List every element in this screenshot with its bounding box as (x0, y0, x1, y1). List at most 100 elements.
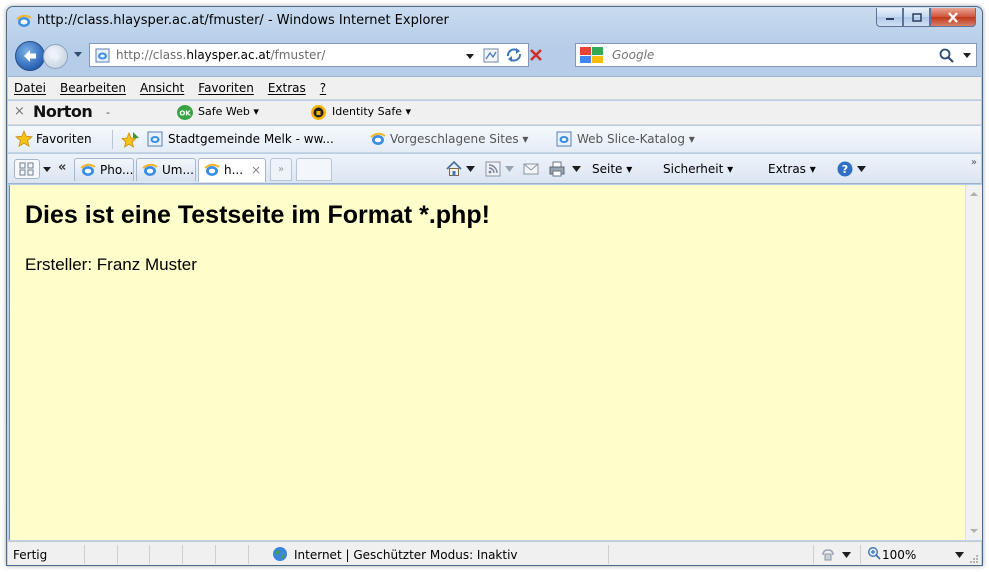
menu-favorites[interactable]: Favoriten (198, 81, 254, 95)
safe-web-button[interactable]: Safe Web ▾ (198, 105, 259, 118)
zoom-icon[interactable] (867, 546, 881, 560)
url-suffix: /fmuster/ (270, 48, 326, 62)
favorites-button[interactable]: Favoriten (36, 132, 92, 146)
zoom-dropdown-icon[interactable] (955, 551, 964, 559)
recent-pages-dropdown-icon[interactable] (73, 49, 83, 59)
tab-ie-icon (80, 163, 96, 176)
norton-close-button[interactable]: × (14, 104, 25, 119)
tab-label: Pho... (100, 163, 134, 177)
favorite-link-melk[interactable]: Stadtgemeinde Melk - ww... (168, 132, 334, 146)
menu-edit[interactable]: Bearbeiten (60, 81, 126, 95)
tab-scroll-right-button[interactable]: » (270, 158, 292, 181)
tab-scroll-left-button[interactable]: « (58, 160, 66, 175)
svg-text:OK: OK (179, 110, 191, 118)
status-separator (608, 545, 609, 564)
print-dropdown-icon[interactable] (572, 165, 581, 173)
feeds-dropdown-icon[interactable] (505, 165, 514, 173)
page-favicon-icon (147, 131, 163, 147)
scroll-down-arrow-icon[interactable] (970, 528, 978, 534)
status-separator (860, 545, 861, 564)
norton-dropdown[interactable]: - (106, 106, 110, 119)
home-icon[interactable] (445, 160, 463, 178)
compatibility-view-icon[interactable] (482, 47, 500, 64)
back-arrow-icon (24, 50, 36, 62)
search-options-dropdown-icon[interactable] (962, 50, 972, 60)
title-bar: http://class.hlaysper.ac.at/fmuster/ - W… (7, 7, 982, 35)
menu-file[interactable]: Datei (14, 81, 46, 95)
tab-ie-icon (204, 163, 220, 176)
tab-um[interactable]: Um... (136, 158, 196, 181)
menu-view[interactable]: Ansicht (140, 81, 184, 95)
tab-label: h... (224, 163, 244, 177)
norton-logo[interactable]: Norton (33, 102, 93, 121)
page-content: Dies ist eine Testseite im Format *.php!… (9, 185, 965, 540)
tools-menu-button[interactable]: Extras ▾ (768, 162, 816, 176)
favorite-link-suggested-sites[interactable]: Vorgeschlagene Sites ▾ (390, 132, 528, 146)
minimize-icon (885, 18, 894, 20)
search-input[interactable] (612, 47, 912, 63)
google-logo-icon (580, 47, 603, 63)
vertical-scrollbar[interactable] (965, 185, 982, 540)
page-menu-button[interactable]: Seite ▾ (592, 162, 632, 176)
maximize-button[interactable] (903, 8, 930, 27)
norton-toolbar: × Norton - OK Safe Web ▾ Identity Safe ▾ (8, 101, 981, 125)
feeds-icon[interactable] (484, 160, 502, 178)
stop-icon[interactable] (528, 47, 544, 63)
identity-safe-icon (311, 105, 326, 120)
safety-menu-button[interactable]: Sicherheit ▾ (663, 162, 733, 176)
home-dropdown-icon[interactable] (466, 165, 475, 173)
privacy-dropdown-icon[interactable] (842, 551, 851, 559)
page-heading: Dies ist eine Testseite im Format *.php! (25, 201, 490, 229)
close-button[interactable] (930, 8, 976, 27)
refresh-icon[interactable] (504, 46, 524, 64)
ie-logo-icon (16, 14, 32, 27)
page-author: Ersteller: Franz Muster (25, 255, 197, 274)
favorite-link-web-slice-gallery[interactable]: Web Slice-Katalog ▾ (577, 132, 695, 146)
more-commands-button[interactable]: » (971, 157, 977, 168)
address-url[interactable]: http://class.hlaysper.ac.at/fmuster/ (116, 48, 325, 62)
address-dropdown-icon[interactable] (463, 48, 477, 63)
status-separator (813, 545, 814, 564)
menu-help[interactable]: ? (320, 81, 326, 95)
resize-grip-icon[interactable] (969, 554, 979, 564)
suggested-sites-icon (370, 132, 386, 145)
security-zone-text[interactable]: Internet | Geschützter Modus: Inaktiv (294, 548, 518, 562)
read-mail-icon[interactable] (522, 160, 540, 178)
new-tab-button[interactable] (296, 158, 332, 181)
zoom-level[interactable]: 100% (882, 548, 916, 562)
status-separator (248, 545, 249, 564)
tab-list-dropdown-icon[interactable] (42, 164, 52, 174)
navigation-bar: http://class.hlaysper.ac.at/fmuster/ (7, 35, 982, 75)
tab-close-button[interactable]: × (251, 163, 261, 177)
caption-buttons (876, 8, 976, 27)
safe-web-icon: OK (177, 105, 193, 120)
tab-photo[interactable]: Pho... (74, 158, 134, 181)
minimize-button[interactable] (876, 8, 903, 27)
url-domain: hlaysper.ac.at (186, 48, 271, 62)
help-icon[interactable]: ? (836, 160, 854, 178)
tab-active[interactable]: h... × (198, 158, 266, 182)
menu-bar: Datei Bearbeiten Ansicht Favoriten Extra… (8, 76, 981, 100)
tab-label: Um... (162, 163, 194, 177)
forward-button[interactable] (43, 44, 68, 69)
search-icon[interactable] (938, 47, 956, 65)
search-box[interactable] (575, 43, 977, 67)
favorites-bar: Favoriten Stadtgemeinde Melk - ww... Vor… (8, 126, 981, 153)
help-dropdown-icon[interactable] (857, 165, 866, 173)
identity-safe-button[interactable]: Identity Safe ▾ (332, 105, 411, 118)
add-to-favorites-bar-icon[interactable] (121, 130, 141, 149)
privacy-icon[interactable] (820, 546, 836, 562)
favorites-star-icon[interactable] (15, 130, 33, 148)
status-separator (215, 545, 216, 564)
tab-bar: « Pho... Um... h... × » Seite ▾ Sicherhe… (8, 154, 981, 184)
menu-tools[interactable]: Extras (268, 81, 306, 95)
print-icon[interactable] (548, 160, 566, 178)
web-slice-icon (556, 131, 572, 147)
address-bar[interactable]: http://class.hlaysper.ac.at/fmuster/ (89, 43, 542, 67)
back-button[interactable] (15, 41, 45, 71)
quick-tabs-button[interactable] (14, 159, 40, 179)
maximize-icon (911, 12, 922, 22)
scroll-up-arrow-icon[interactable] (970, 191, 978, 197)
page-icon (95, 48, 110, 63)
tab-ie-icon (142, 163, 158, 176)
